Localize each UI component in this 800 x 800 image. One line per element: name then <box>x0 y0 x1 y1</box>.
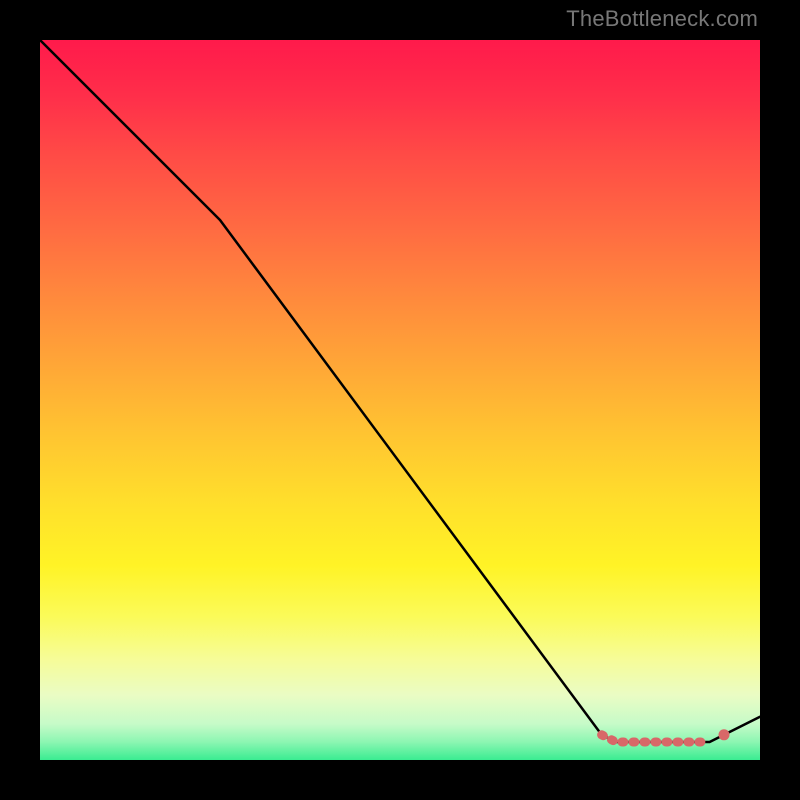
plot-area <box>40 40 760 760</box>
bottleneck-curve-highlight <box>602 735 710 742</box>
bottleneck-curve-line <box>40 40 760 742</box>
chart-frame: TheBottleneck.com <box>0 0 800 800</box>
series-group <box>40 40 760 742</box>
watermark-text: TheBottleneck.com <box>566 6 758 32</box>
chart-svg <box>40 40 760 760</box>
highlight-end-dot <box>719 729 730 740</box>
